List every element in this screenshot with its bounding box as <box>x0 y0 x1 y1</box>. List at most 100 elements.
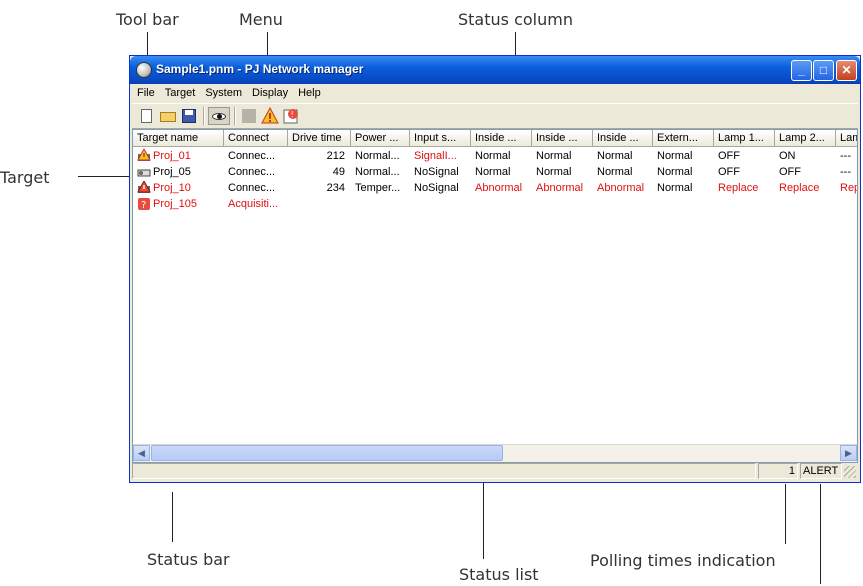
column-header[interactable]: Power ... <box>351 130 410 147</box>
error-log-icon[interactable]: ! <box>282 107 300 125</box>
leader-line-polling <box>785 484 786 544</box>
status-cell: --- <box>840 166 851 178</box>
callout-status-column: Status column <box>458 10 573 29</box>
status-list[interactable]: Target name Connect Drive time Power ... Inp… <box>132 129 858 463</box>
status-cell: Normal <box>475 166 511 178</box>
target-name-cell: Proj_05 <box>153 166 191 178</box>
column-header[interactable]: Input s... <box>410 130 471 147</box>
status-cell: Abnormal <box>536 182 584 194</box>
status-cell: Normal... <box>355 166 400 178</box>
target-name-cell: Proj_10 <box>153 182 191 194</box>
column-header[interactable]: Drive time <box>288 130 351 147</box>
window-title: Sample1.pnm - PJ Network manager <box>156 62 364 76</box>
open-folder-icon[interactable] <box>159 107 177 125</box>
menu-system[interactable]: System <box>200 84 247 99</box>
status-cell: Temper... <box>355 182 401 194</box>
callout-status-bar: Status bar <box>147 550 230 569</box>
status-cell: Normal <box>536 150 572 162</box>
status-cell: NoSignal <box>414 182 459 194</box>
status-cell: 212 <box>326 150 345 162</box>
status-cell: OFF <box>718 150 740 162</box>
status-cell: 49 <box>332 166 345 178</box>
polling-count: 1 <box>758 463 798 479</box>
toolbar-separator <box>234 107 236 125</box>
maximize-button[interactable]: □ <box>813 60 834 81</box>
status-bar: 1 ALERT <box>132 462 858 480</box>
toolbar-separator <box>203 107 205 125</box>
save-icon[interactable] <box>180 107 198 125</box>
title-bar[interactable]: Sample1.pnm - PJ Network manager _ □ ✕ <box>130 56 860 84</box>
status-cell: Normal <box>657 182 693 194</box>
status-cell: Connec... <box>228 182 276 194</box>
projector-error-icon <box>137 179 151 195</box>
status-cell: Normal <box>597 166 633 178</box>
new-icon[interactable] <box>138 107 156 125</box>
status-cell: Replace <box>779 182 820 194</box>
status-cell: Normal <box>597 150 633 162</box>
alert-indicator: ALERT <box>800 463 842 479</box>
status-message <box>132 463 756 479</box>
close-button[interactable]: ✕ <box>836 60 857 81</box>
resize-grip[interactable] <box>844 466 856 478</box>
app-globe-icon[interactable] <box>136 62 152 78</box>
status-cell: Connec... <box>228 150 276 162</box>
menu-help[interactable]: Help <box>293 84 326 99</box>
column-header[interactable]: Inside ... <box>532 130 593 147</box>
app-window: Sample1.pnm - PJ Network manager _ □ ✕ F… <box>129 55 861 483</box>
callout-status-list: Status list <box>459 565 539 584</box>
status-cell: 234 <box>326 182 345 194</box>
table-row[interactable]: Proj_05 Connec... 49 Normal... NoSignal Norma… <box>133 165 857 181</box>
table-row[interactable]: Proj_10 Connec... 234 Temper... NoSignal Abno… <box>133 179 857 197</box>
minimize-button[interactable]: _ <box>791 60 812 81</box>
table-row[interactable]: ? Proj_105 Acquisiti... <box>133 197 857 213</box>
status-cell: Normal <box>657 150 693 162</box>
column-header[interactable]: Inside ... <box>471 130 532 147</box>
projector-warning-icon <box>137 147 151 163</box>
status-cell: Rep <box>840 182 857 194</box>
column-header[interactable]: Inside ... <box>593 130 653 147</box>
callout-polling: Polling times indication <box>590 551 776 570</box>
scroll-thumb[interactable] <box>151 445 503 461</box>
target-name-cell: Proj_01 <box>153 150 191 162</box>
table-row[interactable]: Proj_01 Connec... 212 Normal... SignalI... No… <box>133 147 857 165</box>
column-header[interactable]: Lamp 2... <box>775 130 836 147</box>
status-cell: SignalI... <box>414 150 457 162</box>
menu-file[interactable]: File <box>132 84 160 99</box>
callout-target: Target <box>0 168 50 187</box>
status-cell: Connec... <box>228 166 276 178</box>
callout-menu: Menu <box>239 10 283 29</box>
stop-icon[interactable] <box>240 107 258 125</box>
column-header[interactable]: Target name <box>133 130 224 147</box>
status-cell: --- <box>840 150 851 162</box>
column-header[interactable]: Lamp 1... <box>714 130 775 147</box>
status-cell: ON <box>779 150 796 162</box>
column-header[interactable]: Lam <box>836 130 857 147</box>
status-cell: Normal <box>475 150 511 162</box>
target-name-cell: Proj_105 <box>153 198 198 210</box>
status-cell: Abnormal <box>475 182 523 194</box>
status-cell: Normal <box>657 166 693 178</box>
eye-icon[interactable] <box>208 107 230 125</box>
status-cell: Normal... <box>355 150 400 162</box>
menu-bar: File Target System Display Help <box>132 84 858 102</box>
callout-toolbar: Tool bar <box>116 10 179 29</box>
scroll-left-button[interactable]: ◀ <box>133 445 150 461</box>
status-cell: OFF <box>718 166 740 178</box>
status-cell: NoSignal <box>414 166 459 178</box>
scroll-right-button[interactable]: ▶ <box>840 445 857 461</box>
projector-icon <box>137 165 151 179</box>
menu-display[interactable]: Display <box>247 84 293 99</box>
projector-unknown-icon: ? <box>137 197 151 211</box>
alert-icon[interactable] <box>261 106 279 125</box>
svg-text:?: ? <box>141 200 146 211</box>
status-cell: Acquisiti... <box>228 198 279 210</box>
svg-text:!: ! <box>291 110 294 119</box>
column-header[interactable]: Connect <box>224 130 288 147</box>
horizontal-scrollbar[interactable]: ◀ ▶ <box>133 444 857 462</box>
status-cell: Normal <box>536 166 572 178</box>
column-header[interactable]: Extern... <box>653 130 714 147</box>
menu-target[interactable]: Target <box>160 84 201 99</box>
leader-line-status-bar <box>172 492 173 542</box>
leader-line-alert <box>820 484 821 584</box>
toolbar: ! <box>132 103 858 129</box>
